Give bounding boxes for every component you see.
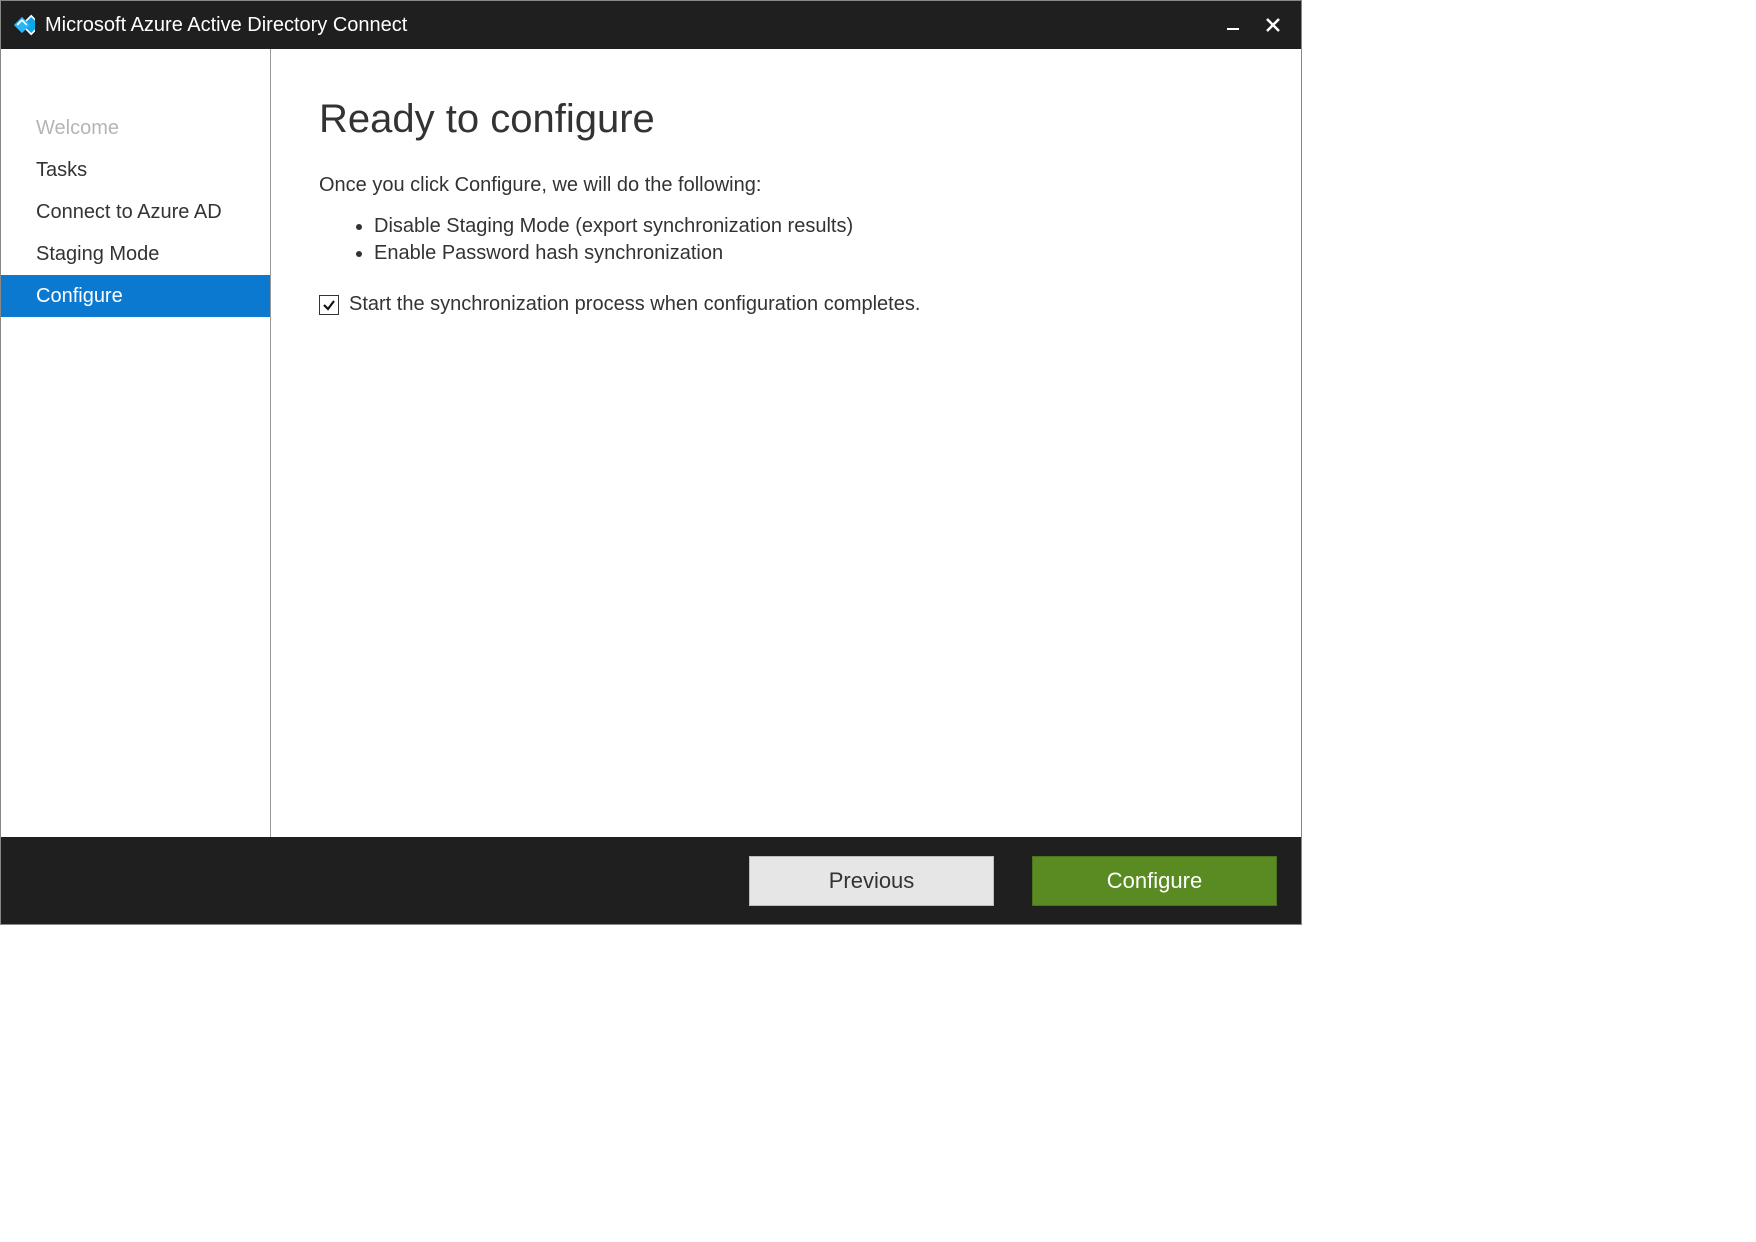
sidebar-item-label: Configure bbox=[36, 285, 123, 307]
checkbox-label: Start the synchronization process when c… bbox=[349, 293, 920, 316]
previous-button[interactable]: Previous bbox=[749, 856, 994, 906]
window-title: Microsoft Azure Active Directory Connect bbox=[45, 14, 407, 37]
list-item: Disable Staging Mode (export synchroniza… bbox=[374, 215, 1253, 238]
sidebar-item-connect-azure-ad[interactable]: Connect to Azure AD bbox=[1, 191, 270, 233]
page-heading: Ready to configure bbox=[319, 97, 1253, 142]
sidebar-item-label: Staging Mode bbox=[36, 243, 159, 265]
azure-ad-connect-icon bbox=[9, 12, 35, 38]
button-label: Previous bbox=[829, 868, 915, 894]
start-sync-checkbox[interactable]: Start the synchronization process when c… bbox=[319, 293, 1253, 316]
sidebar-item-label: Welcome bbox=[36, 117, 119, 139]
sidebar-item-welcome[interactable]: Welcome bbox=[1, 107, 270, 149]
titlebar: Microsoft Azure Active Directory Connect bbox=[1, 1, 1301, 49]
sidebar-item-tasks[interactable]: Tasks bbox=[1, 149, 270, 191]
sidebar: Welcome Tasks Connect to Azure AD Stagin… bbox=[1, 49, 271, 837]
footer: Previous Configure bbox=[1, 837, 1301, 924]
app-window: Microsoft Azure Active Directory Connect… bbox=[0, 0, 1302, 925]
sidebar-item-label: Tasks bbox=[36, 159, 87, 181]
checkbox-icon bbox=[319, 295, 339, 315]
minimize-button[interactable] bbox=[1213, 5, 1253, 45]
button-label: Configure bbox=[1107, 868, 1202, 894]
list-item: Enable Password hash synchronization bbox=[374, 242, 1253, 265]
configure-button[interactable]: Configure bbox=[1032, 856, 1277, 906]
intro-text: Once you click Configure, we will do the… bbox=[319, 174, 1253, 197]
close-button[interactable] bbox=[1253, 5, 1293, 45]
actions-list: Disable Staging Mode (export synchroniza… bbox=[374, 215, 1253, 265]
main-content: Ready to configure Once you click Config… bbox=[271, 49, 1301, 837]
sidebar-item-staging-mode[interactable]: Staging Mode bbox=[1, 233, 270, 275]
sidebar-item-configure[interactable]: Configure bbox=[1, 275, 270, 317]
sidebar-item-label: Connect to Azure AD bbox=[36, 201, 222, 223]
body-area: Welcome Tasks Connect to Azure AD Stagin… bbox=[1, 49, 1301, 837]
